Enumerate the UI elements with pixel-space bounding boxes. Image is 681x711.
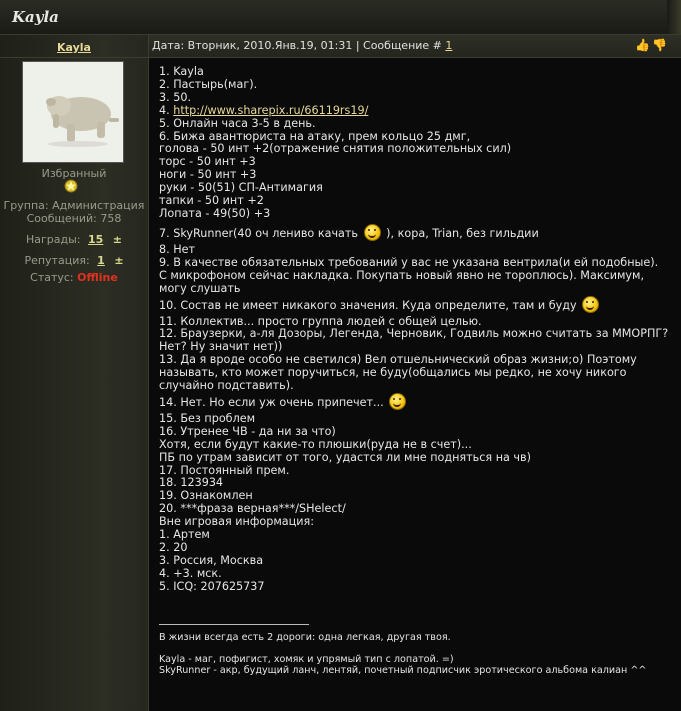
post-line: 4. http://www.sharepix.ru/66119rs19/: [159, 103, 669, 118]
rank-badge-icon: [64, 179, 78, 193]
status-label: Статус:: [30, 271, 74, 284]
post-line: ПБ по утрам зависит от того, удастся ли …: [159, 450, 531, 464]
user-reputation: Репутация: 1 ±: [0, 254, 148, 267]
message-number-link[interactable]: 1: [445, 39, 452, 52]
user-status: Статус: Offline: [0, 271, 148, 284]
screenshot-link[interactable]: http://www.sharepix.ru/66119rs19/: [173, 104, 368, 117]
line-text: ), кора, Trian, без гильдии: [386, 226, 539, 240]
post-line: 17. Постоянный прем.: [159, 463, 290, 477]
line-text: 10. Состав не имеет никакого значения. К…: [159, 298, 577, 312]
post-line: Хотя, если будут какие-то плюшки(руда не…: [159, 437, 472, 451]
thumbs-down-icon[interactable]: 👎: [652, 38, 667, 52]
post-title: Kayla: [12, 8, 59, 26]
post-line: 13. Да я вроде особо не светился) Вел от…: [159, 353, 637, 393]
username-link[interactable]: Kayla: [57, 41, 91, 54]
title-bar-corner: [667, 0, 681, 34]
post-line: 7. SkyRunner(40 оч лениво качать ), кора…: [159, 223, 669, 241]
posts-value: 758: [100, 212, 122, 225]
post-line: 16. Утренее ЧВ - да ни за что): [159, 424, 336, 438]
posts-label: Сообщений:: [26, 212, 97, 225]
post-line: 8. Нет: [159, 242, 196, 256]
user-info-panel: Kayla Избранный Группа: Администрация Со…: [0, 35, 149, 711]
smiley-icon: [363, 223, 381, 241]
line-text: 14. Нет. Но если уж очень припечет...: [159, 395, 384, 409]
line-text: 7. SkyRunner(40 оч лениво качать: [159, 226, 359, 240]
status-value: Offline: [77, 271, 118, 284]
post-line: 5. ICQ: 207625737: [159, 579, 265, 593]
post-header: Дата: Вторник, 2010.Янв.19, 01:31 | Сооб…: [149, 35, 681, 58]
reputation-label: Репутация:: [24, 254, 90, 267]
reputation-plus-minus-button[interactable]: ±: [114, 254, 123, 267]
post-date: Дата: Вторник, 2010.Янв.19, 01:31 | Сооб…: [152, 39, 442, 52]
awards-plus-minus-button[interactable]: ±: [113, 233, 122, 246]
post-line: 12. Браузерки, а-ля Дозоры, Легенда, Чер…: [159, 327, 669, 354]
post-line: 15. Без проблем: [159, 411, 256, 425]
thumbs-up-icon[interactable]: 👍: [635, 38, 650, 52]
grin-smiley-icon: [389, 392, 407, 410]
post-meta: Дата: Вторник, 2010.Янв.19, 01:31 | Сооб…: [152, 39, 452, 52]
post-line: 1. Артем: [159, 528, 210, 542]
awards-label: Награды:: [25, 233, 81, 246]
reputation-value-link[interactable]: 1: [97, 254, 105, 267]
username-header: Kayla: [0, 35, 148, 58]
signature-line: В жизни всегда есть 2 дороги: одна легка…: [159, 632, 451, 643]
post-title-bar: Kayla: [0, 0, 681, 35]
signature-divider: [159, 624, 309, 625]
post-line: 1. Kayla: [159, 65, 204, 78]
signature-line: SkyRunner - акр, будущий ланч, лентяй, п…: [159, 665, 647, 677]
awards-value-link[interactable]: 15: [88, 233, 103, 246]
polar-bear-image: [23, 62, 123, 162]
post-line: 10. Состав не имеет никакого значения. К…: [159, 295, 669, 313]
avatar: [22, 61, 124, 163]
post-line: 4. +3. мск.: [159, 566, 222, 580]
post-line: 9. В качестве обязательных требований у …: [159, 255, 659, 295]
post-line: 2. 20: [159, 541, 188, 554]
post-body: 1. Kayla 2. Пастырь(маг). 3. 50. 4. http…: [159, 65, 669, 594]
signature: В жизни всегда есть 2 дороги: одна легка…: [159, 632, 674, 677]
user-awards: Награды: 15 ±: [0, 233, 148, 246]
group-label: Группа:: [3, 199, 49, 212]
signature-line: Kayla - маг, пофигист, хомяк и упрямый т…: [159, 653, 454, 665]
wink-smiley-icon: [582, 295, 600, 313]
post-line: 5. Онлайн часа 3-5 в день.: [159, 116, 316, 130]
rating-controls: 👍 👎: [635, 38, 667, 52]
post-line: 2. Пастырь(маг).: [159, 77, 258, 91]
post-line: Вне игровая информация:: [159, 515, 315, 529]
post-line: 14. Нет. Но если уж очень припечет...: [159, 392, 669, 410]
user-group: Группа: Администрация: [0, 199, 148, 212]
post-line: 3. Россия, Москва: [159, 553, 264, 567]
user-posts: Сообщений: 758: [0, 212, 148, 225]
group-value: Администрация: [52, 199, 145, 212]
post-line: Лопата - 49(50) +3: [159, 206, 271, 220]
line-prefix: 4.: [159, 103, 174, 117]
